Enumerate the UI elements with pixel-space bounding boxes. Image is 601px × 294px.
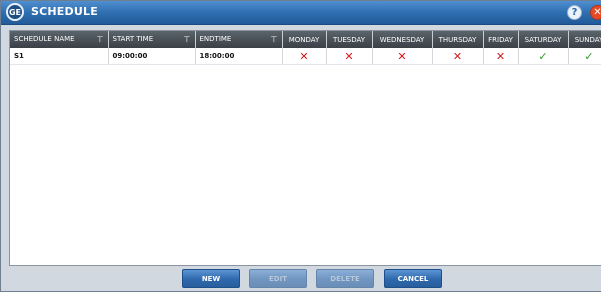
start-time-cell: 09:00:00 — [108, 48, 196, 65]
filter-icon[interactable]: ⊤ — [97, 35, 104, 44]
saturday-check-icon: ✓ — [518, 48, 569, 65]
help-icon[interactable]: ? — [567, 5, 582, 20]
column-header-saturday[interactable]: SATURDAY — [518, 31, 569, 48]
column-header-endtime[interactable]: ENDTIME ⊤ — [195, 31, 283, 48]
column-header-sunday[interactable]: SUNDAY — [568, 31, 601, 48]
delete-button[interactable]: DELETE — [316, 269, 374, 288]
close-icon[interactable]: ✕ — [590, 5, 601, 20]
new-button[interactable]: NEW — [182, 269, 240, 288]
column-header-wednesday[interactable]: WEDNESDAY — [372, 31, 433, 48]
edit-button[interactable]: EDIT — [249, 269, 307, 288]
column-header-tuesday[interactable]: TUESDAY — [326, 31, 373, 48]
table-row[interactable]: S1 09:00:00 18:00:00 ✕ ✕ ✕ ✕ ✕ ✓ ✓ — [10, 48, 601, 65]
cancel-button[interactable]: CANCEL — [384, 269, 442, 288]
end-time-cell: 18:00:00 — [195, 48, 283, 65]
button-bar: NEW EDIT DELETE CANCEL — [1, 265, 601, 293]
tuesday-cross-icon: ✕ — [326, 48, 373, 65]
wednesday-cross-icon: ✕ — [372, 48, 433, 65]
column-header-friday[interactable]: FRIDAY — [483, 31, 519, 48]
friday-cross-icon: ✕ — [483, 48, 519, 65]
schedule-name-cell: S1 — [10, 48, 109, 65]
column-header-schedule-name[interactable]: SCHEDULE NAME ⊤ — [10, 31, 109, 48]
schedule-table: SCHEDULE NAME ⊤ START TIME ⊤ ENDTIME ⊤ M… — [9, 30, 601, 266]
column-header-start-time[interactable]: START TIME ⊤ — [108, 31, 196, 48]
column-header-monday[interactable]: MONDAY — [282, 31, 327, 48]
column-header-thursday[interactable]: THURSDAY — [432, 31, 484, 48]
sunday-check-icon: ✓ — [568, 48, 601, 65]
ge-logo-icon: GE — [6, 3, 24, 21]
filter-icon[interactable]: ⊤ — [184, 35, 191, 44]
schedule-window: GE SCHEDULE ? ✕ SCHEDULE NAME ⊤ START TI… — [0, 0, 601, 292]
thursday-cross-icon: ✕ — [432, 48, 484, 65]
table-header-row: SCHEDULE NAME ⊤ START TIME ⊤ ENDTIME ⊤ M… — [10, 31, 601, 48]
window-title: SCHEDULE — [31, 5, 98, 18]
filter-icon[interactable]: ⊤ — [271, 35, 278, 44]
title-bar: GE SCHEDULE ? ✕ — [1, 1, 601, 25]
monday-cross-icon: ✕ — [282, 48, 327, 65]
